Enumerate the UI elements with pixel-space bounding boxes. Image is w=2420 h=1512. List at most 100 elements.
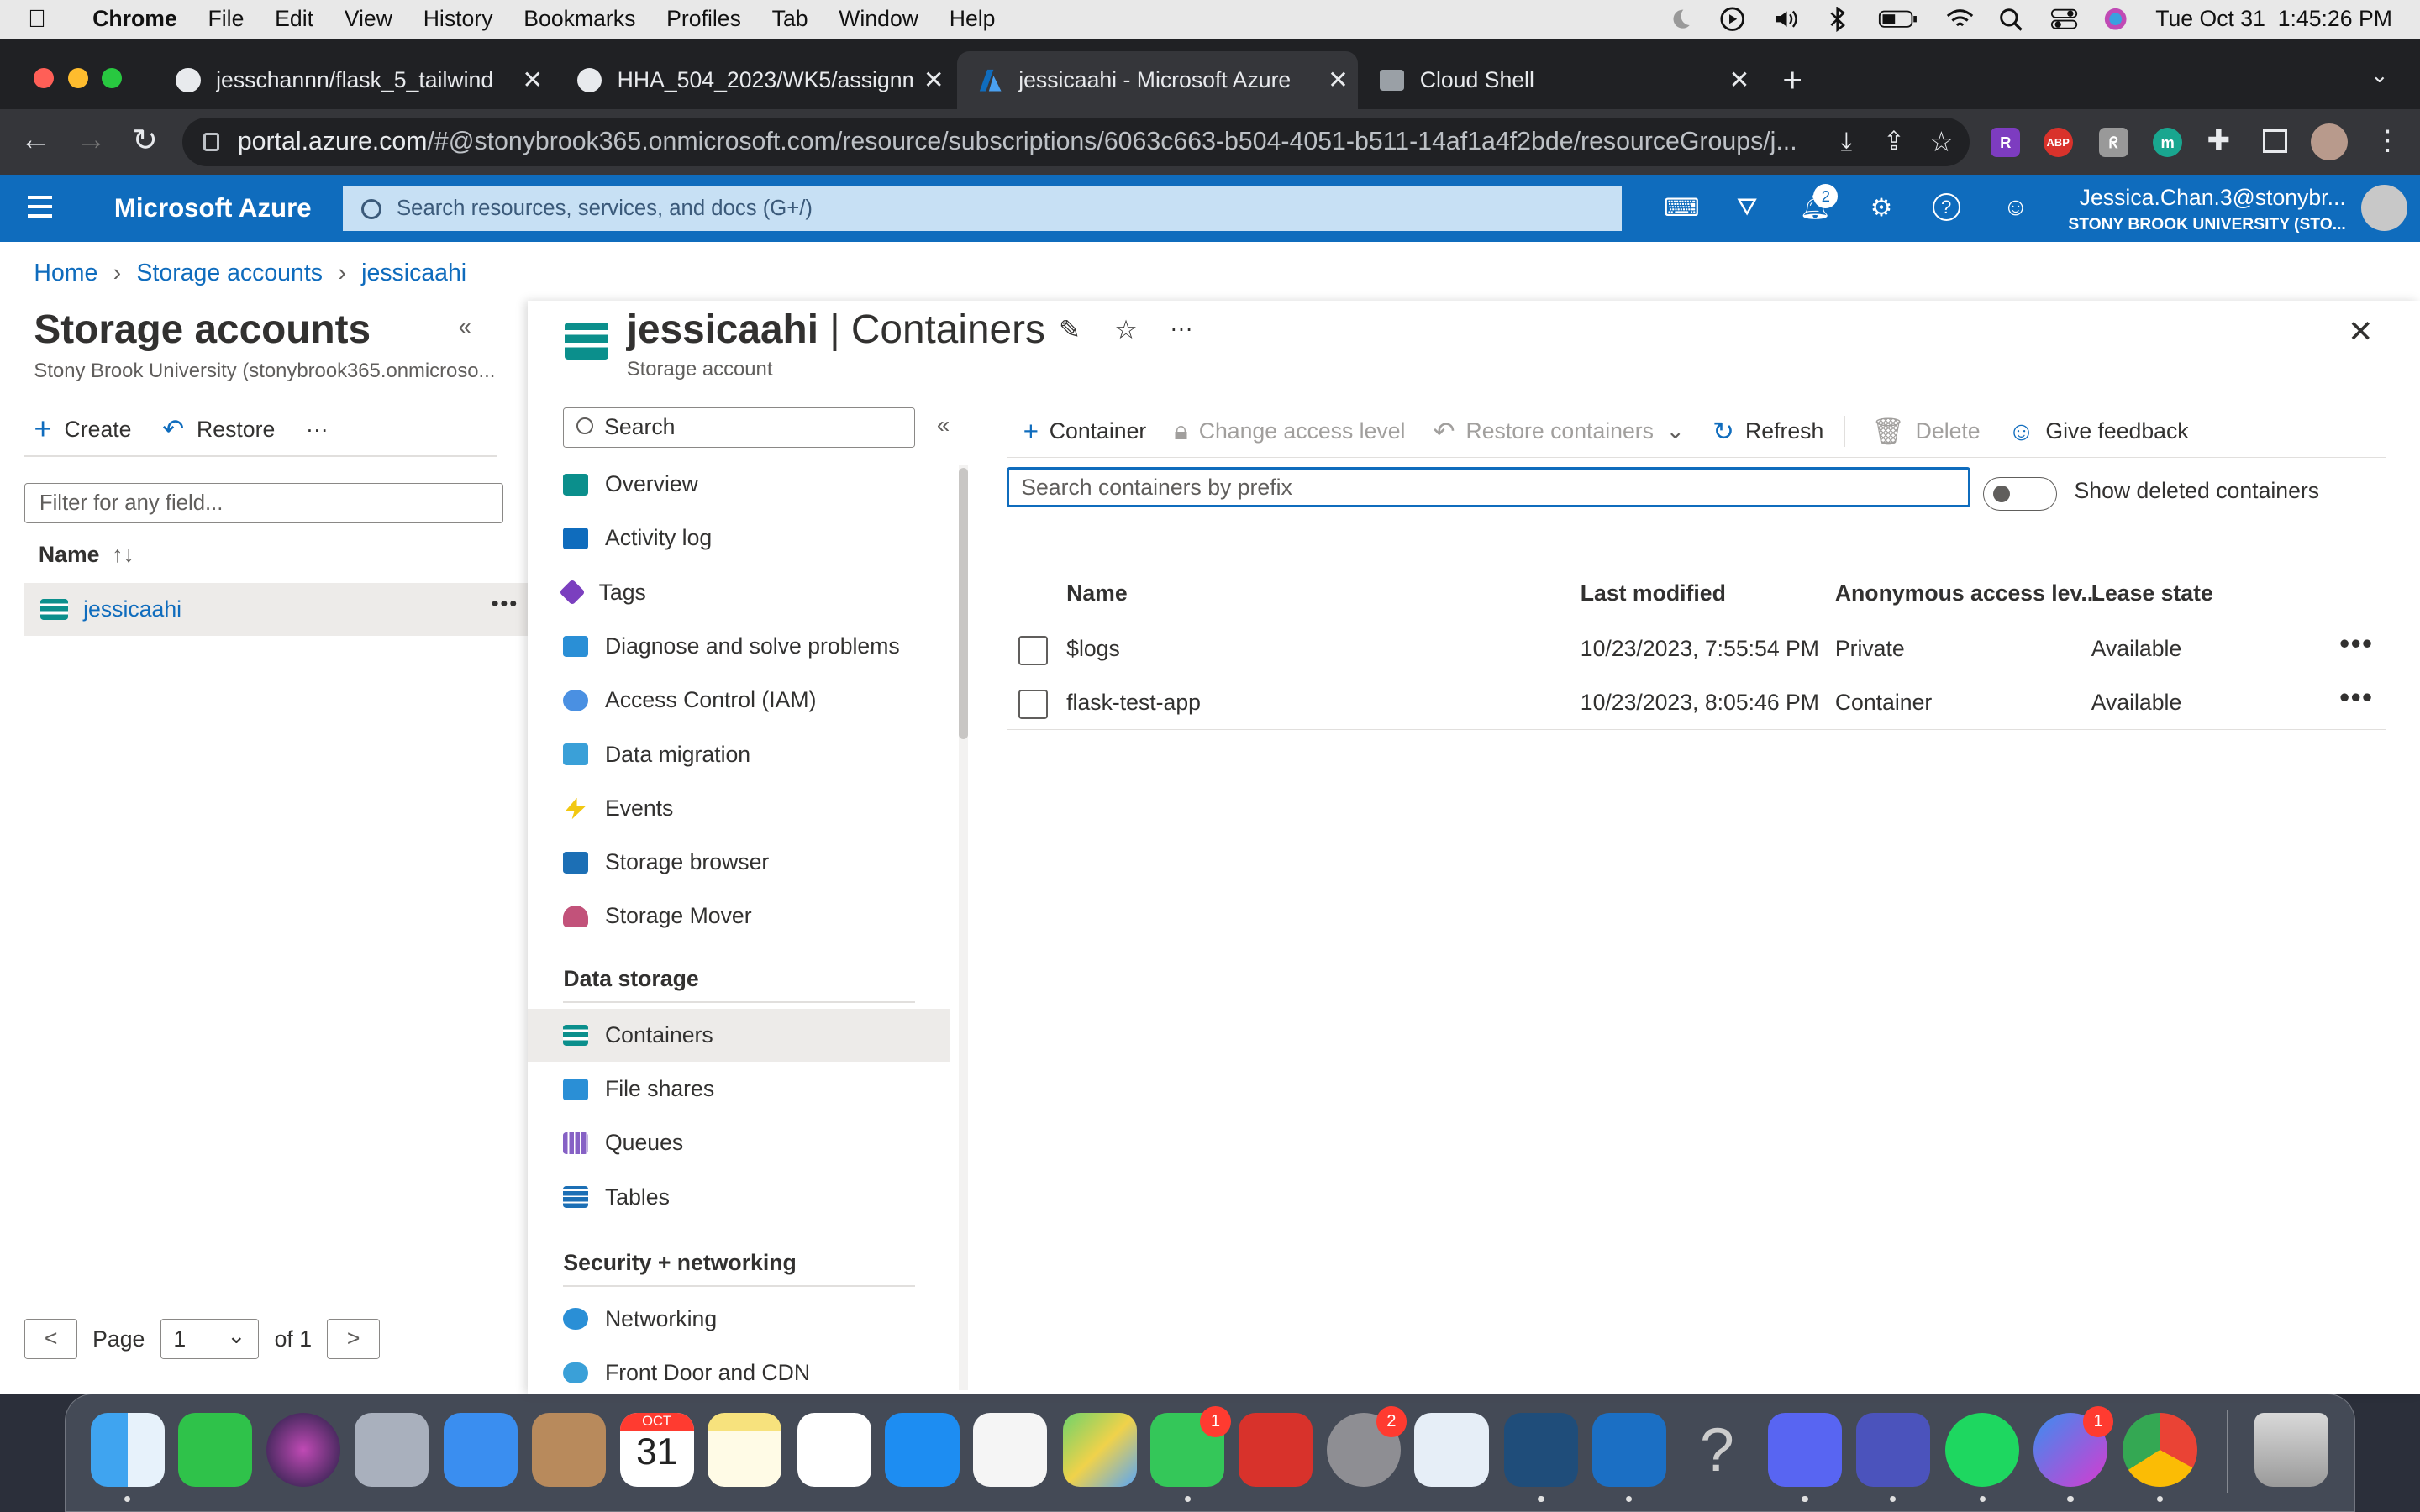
siri-icon[interactable] <box>266 1412 341 1487</box>
row-checkbox[interactable] <box>1018 635 1049 665</box>
menu-item-tags[interactable]: Tags <box>528 566 949 618</box>
pin-icon[interactable]: ✎ <box>1059 315 1081 345</box>
menu-item-activity-log[interactable]: Activity log <box>528 512 949 564</box>
wifi-icon[interactable] <box>1946 7 1973 31</box>
menu-history[interactable]: History <box>424 6 493 32</box>
more-commands-icon[interactable]: ··· <box>306 417 329 443</box>
forward-icon[interactable]: → <box>71 122 111 157</box>
delete-button[interactable]: 🗑︎ Delete <box>1871 416 1980 447</box>
column-header-last-modified[interactable]: Last modified <box>1581 580 1726 606</box>
container-name[interactable]: flask-test-app <box>1066 690 1201 716</box>
install-app-icon[interactable]: ⤓ <box>1841 128 1852 157</box>
menu-file[interactable]: File <box>208 6 245 32</box>
unknown-app-icon[interactable]: ? <box>1680 1413 1754 1487</box>
menu-search-input[interactable]: Search <box>563 407 916 448</box>
menu-tab[interactable]: Tab <box>772 6 808 32</box>
create-button[interactable]: Create <box>65 417 132 443</box>
menu-edit[interactable]: Edit <box>275 6 313 32</box>
profile-avatar[interactable] <box>2310 123 2348 160</box>
breadcrumb-resource[interactable]: jessicaahi <box>361 260 466 287</box>
portal-menu-icon[interactable] <box>28 196 53 223</box>
menu-item-tables[interactable]: Tables <box>528 1171 949 1223</box>
close-icon[interactable]: ✕ <box>2348 313 2374 349</box>
filter-input[interactable]: Filter for any field... <box>24 482 503 523</box>
page-select[interactable]: 1 ⌄ <box>160 1319 260 1360</box>
minimize-window-button[interactable] <box>67 67 88 88</box>
menu-item-events[interactable]: Events <box>528 782 949 834</box>
notes-icon[interactable] <box>708 1412 782 1487</box>
spotlight-icon[interactable] <box>1998 7 2023 31</box>
menu-item-iam[interactable]: Access Control (IAM) <box>528 675 949 727</box>
sort-icon[interactable]: ↑↓ <box>112 542 134 567</box>
contacts-icon[interactable] <box>531 1412 606 1487</box>
menu-item-queues[interactable]: Queues <box>528 1117 949 1169</box>
extension-icon[interactable]: ᖇ <box>2098 128 2128 158</box>
row-more-icon[interactable]: ••• <box>2339 628 2373 660</box>
browser-tab-1[interactable]: jesschannn/flask_5_tailwind ✕ <box>155 51 553 110</box>
adblock-icon[interactable]: ABP <box>2043 128 2073 158</box>
row-more-icon[interactable]: ••• <box>492 592 519 617</box>
menu-item-storage-browser[interactable]: Storage browser <box>528 836 949 888</box>
bookmark-star-icon[interactable]: ☆ <box>1929 125 1954 159</box>
storage-account-link[interactable]: jessicaahi <box>83 596 182 622</box>
column-header-name[interactable]: Name <box>1066 580 1128 606</box>
close-tab-icon[interactable]: ✕ <box>1719 66 1760 95</box>
maximize-window-button[interactable] <box>102 67 123 88</box>
menu-item-storage-mover[interactable]: Storage Mover <box>528 890 949 942</box>
close-tab-icon[interactable]: ✕ <box>1318 66 1359 95</box>
siri-icon[interactable] <box>2103 7 2128 31</box>
app-store-icon[interactable] <box>885 1412 960 1487</box>
next-page-button[interactable]: > <box>327 1319 380 1360</box>
facetime-icon[interactable] <box>178 1412 253 1487</box>
system-settings-icon[interactable]: 2 <box>1326 1406 1407 1487</box>
menu-item-containers[interactable]: Containers <box>528 1009 950 1062</box>
menu-clock[interactable]: Tue Oct 31 1:45:26 PM <box>2155 6 2392 32</box>
container-name[interactable]: $logs <box>1066 636 1120 662</box>
extension-m-icon[interactable]: m <box>2153 128 2183 158</box>
menu-item-data-migration[interactable]: Data migration <box>528 728 949 780</box>
reload-icon[interactable]: ↻ <box>125 122 166 158</box>
table-row[interactable]: flask-test-app 10/23/2023, 8:05:46 PM Co… <box>1006 675 2386 730</box>
volume-icon[interactable] <box>1773 7 1797 31</box>
close-tab-icon[interactable]: ✕ <box>913 66 954 95</box>
breadcrumb-home[interactable]: Home <box>34 260 97 287</box>
show-deleted-toggle[interactable] <box>1983 476 2058 511</box>
menu-help[interactable]: Help <box>950 6 996 32</box>
menu-item-networking[interactable]: Networking <box>528 1293 949 1345</box>
collapse-menu-icon[interactable]: « <box>937 412 950 438</box>
moon-icon[interactable] <box>1668 7 1692 31</box>
menu-app-name[interactable]: Chrome <box>92 6 177 32</box>
restore-containers-button[interactable]: ↶ Restore containers ⌄ <box>1433 417 1684 447</box>
back-icon[interactable]: ← <box>15 122 55 157</box>
extensions-puzzle-icon[interactable]: ✚ <box>2207 123 2230 157</box>
global-search-input[interactable]: Search resources, services, and docs (G+… <box>342 186 1623 232</box>
share-icon[interactable]: ⇪ <box>1883 127 1904 156</box>
discord-icon[interactable] <box>1768 1412 1843 1487</box>
browser-tab-4[interactable]: Cloud Shell ✕ <box>1358 51 1760 110</box>
new-tab-icon[interactable]: + <box>1782 60 1802 100</box>
finder-icon[interactable] <box>90 1412 165 1487</box>
help-icon[interactable]: ? <box>1932 192 1960 221</box>
teams-icon[interactable] <box>1855 1412 1930 1487</box>
tab-search-chevron-icon[interactable]: ⌄ <box>2370 63 2389 88</box>
mail-icon[interactable] <box>444 1412 518 1487</box>
battery-icon[interactable] <box>1878 7 1918 31</box>
side-panel-icon[interactable] <box>2262 129 2287 153</box>
more-actions-icon[interactable]: ··· <box>1170 315 1193 342</box>
cloud-shell-icon[interactable]: ⌨ <box>1664 193 1699 224</box>
lock-icon[interactable] <box>203 132 219 151</box>
vscode-icon[interactable] <box>1591 1412 1666 1487</box>
prev-page-button[interactable]: < <box>24 1319 77 1360</box>
restore-button[interactable]: Restore <box>197 417 275 443</box>
avatar[interactable] <box>2361 185 2408 232</box>
menu-profiles[interactable]: Profiles <box>666 6 741 32</box>
azure-brand[interactable]: Microsoft Azure <box>114 193 312 223</box>
messenger-icon[interactable]: 1 <box>2033 1406 2114 1487</box>
menu-bookmarks[interactable]: Bookmarks <box>523 6 635 32</box>
settings-gear-icon[interactable]: ⚙ <box>1866 193 1897 224</box>
menu-view[interactable]: View <box>345 6 392 32</box>
tableau-icon[interactable] <box>1414 1412 1489 1487</box>
container-prefix-search-input[interactable]: Search containers by prefix <box>1006 467 1971 508</box>
messages-icon[interactable]: 1 <box>1150 1406 1231 1487</box>
directory-filter-icon[interactable]: ⛛ <box>1732 193 1763 224</box>
